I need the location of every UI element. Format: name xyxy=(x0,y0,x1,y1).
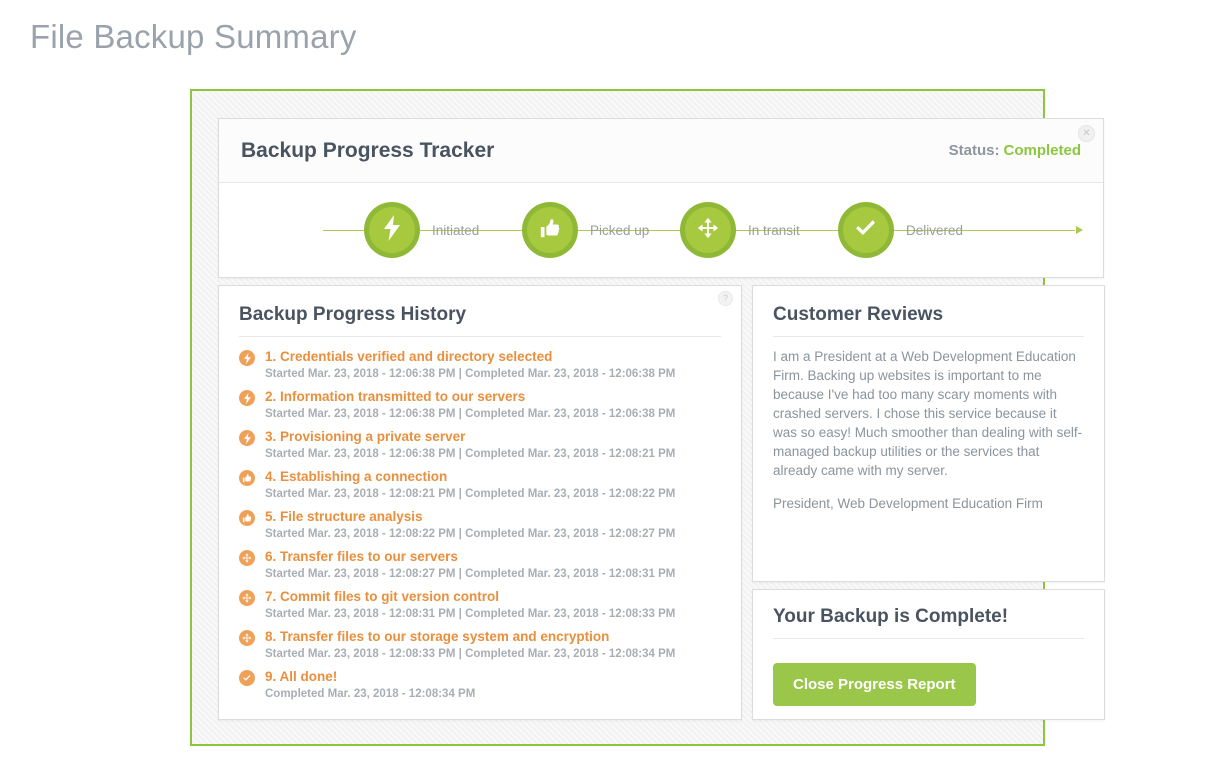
step-circle xyxy=(680,202,736,258)
bolt-icon xyxy=(239,350,255,366)
step-label: In transit xyxy=(748,222,800,238)
thumbs-up-icon xyxy=(539,217,561,244)
review-author: President, Web Development Education Fir… xyxy=(773,496,1043,511)
history-item-timestamps: Completed Mar. 23, 2018 - 12:08:34 PM xyxy=(265,688,476,700)
review-body: I am a President at a Web Development Ed… xyxy=(773,349,1083,478)
backup-progress-tracker-card: Backup Progress Tracker Status: Completed… xyxy=(218,118,1104,278)
status-label: Status: xyxy=(948,142,1000,159)
bolt-icon xyxy=(239,430,255,446)
history-item-title: 7. Commit files to git version control xyxy=(265,589,500,604)
history-item: 9. All done! Completed Mar. 23, 2018 - 12… xyxy=(239,667,721,707)
help-icon[interactable]: ? xyxy=(718,291,733,306)
tracker-arrow-icon xyxy=(1076,226,1083,234)
move-arrows-icon xyxy=(697,217,719,244)
history-item-title: 3. Provisioning a private server xyxy=(265,429,466,444)
tracker-header: Backup Progress Tracker Status: Completed… xyxy=(219,119,1103,183)
history-item-title: 2. Information transmitted to our server… xyxy=(265,389,526,404)
history-item-title: 4. Establishing a connection xyxy=(265,469,448,484)
history-item-timestamps: Started Mar. 23, 2018 - 12:06:38 PM | Co… xyxy=(265,408,676,420)
history-item-title: 1. Credentials verified and directory se… xyxy=(265,349,553,364)
history-item-title: 8. Transfer files to our storage system … xyxy=(265,629,610,644)
history-item: 3. Provisioning a private server Started … xyxy=(239,427,721,467)
check-icon xyxy=(853,215,879,246)
bolt-icon xyxy=(382,214,402,246)
history-item-timestamps: Started Mar. 23, 2018 - 12:06:38 PM | Co… xyxy=(265,448,676,460)
step-circle xyxy=(364,202,420,258)
history-item: 8. Transfer files to our storage system … xyxy=(239,627,721,667)
tracker-step-initiated: Initiated xyxy=(364,202,479,258)
history-item-timestamps: Started Mar. 23, 2018 - 12:08:27 PM | Co… xyxy=(265,568,676,580)
bolt-icon xyxy=(239,390,255,406)
history-item-timestamps: Started Mar. 23, 2018 - 12:06:38 PM | Co… xyxy=(265,368,676,380)
reviews-panel-title: Customer Reviews xyxy=(773,304,1084,337)
tracker-steps-area: Initiated Picked up In transit Delivered xyxy=(219,183,1103,278)
thumbs-up-icon xyxy=(239,470,255,486)
backup-complete-card: Your Backup is Complete! Close Progress … xyxy=(752,589,1105,720)
tracker-step-picked-up: Picked up xyxy=(522,202,649,258)
history-item-timestamps: Started Mar. 23, 2018 - 12:08:22 PM | Co… xyxy=(265,528,676,540)
tracker-title: Backup Progress Tracker xyxy=(241,138,495,162)
history-list: 1. Credentials verified and directory se… xyxy=(239,347,721,707)
complete-panel-title: Your Backup is Complete! xyxy=(773,606,1084,639)
move-arrows-icon xyxy=(239,590,255,606)
history-item-timestamps: Started Mar. 23, 2018 - 12:08:33 PM | Co… xyxy=(265,648,676,660)
tracker-status: Status: Completed xyxy=(949,142,1081,159)
history-item-title: 9. All done! xyxy=(265,669,338,684)
move-arrows-icon xyxy=(239,550,255,566)
history-item-title: 5. File structure analysis xyxy=(265,509,423,524)
history-item: 1. Credentials verified and directory se… xyxy=(239,347,721,387)
history-item: 7. Commit files to git version control St… xyxy=(239,587,721,627)
history-item: 4. Establishing a connection Started Mar.… xyxy=(239,467,721,507)
status-value: Completed xyxy=(1003,142,1081,159)
thumbs-up-icon xyxy=(239,510,255,526)
tracker-step-delivered: Delivered xyxy=(838,202,963,258)
history-item: 6. Transfer files to our servers Started … xyxy=(239,547,721,587)
history-item-title: 6. Transfer files to our servers xyxy=(265,549,458,564)
history-panel-title: Backup Progress History xyxy=(239,304,721,337)
history-item: 2. Information transmitted to our server… xyxy=(239,387,721,427)
close-progress-report-button[interactable]: Close Progress Report xyxy=(773,663,976,706)
history-item: 5. File structure analysis Started Mar. 2… xyxy=(239,507,721,547)
step-label: Initiated xyxy=(432,222,480,238)
move-arrows-icon xyxy=(239,630,255,646)
page-title: File Backup Summary xyxy=(30,18,357,55)
tracker-step-in-transit: In transit xyxy=(680,202,800,258)
step-label: Picked up xyxy=(590,222,650,238)
close-icon[interactable]: ✕ xyxy=(1078,125,1095,142)
step-circle xyxy=(522,202,578,258)
customer-reviews-card: Customer Reviews I am a President at a W… xyxy=(752,285,1105,582)
history-item-timestamps: Started Mar. 23, 2018 - 12:08:21 PM | Co… xyxy=(265,488,676,500)
step-label: Delivered xyxy=(906,222,964,238)
step-circle xyxy=(838,202,894,258)
backup-progress-history-card: ? Backup Progress History 1. Credentials… xyxy=(218,285,742,720)
check-icon xyxy=(239,670,255,686)
history-item-timestamps: Started Mar. 23, 2018 - 12:08:31 PM | Co… xyxy=(265,608,676,620)
